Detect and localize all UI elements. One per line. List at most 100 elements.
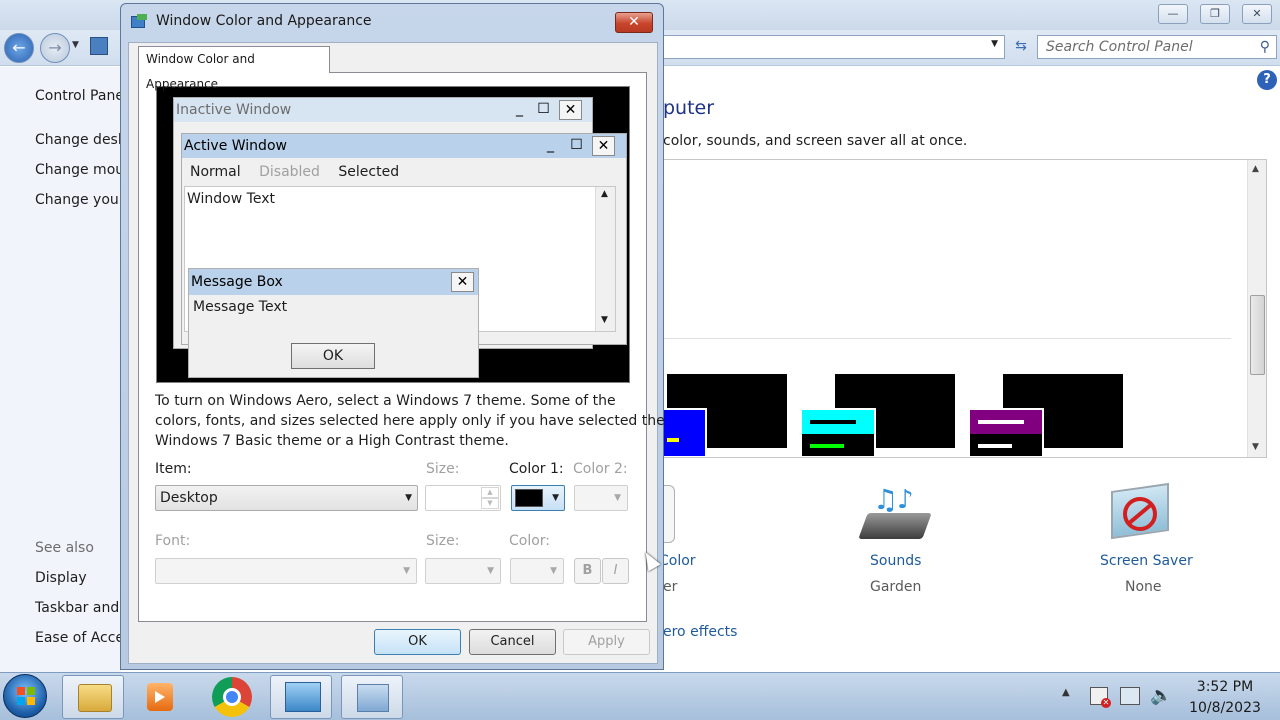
sidebar-link-desktop-icons[interactable]: Change desk (35, 132, 121, 148)
font-color-picker[interactable]: ▼ (510, 558, 564, 584)
preview-scroll-up-icon: ▲ (601, 189, 608, 199)
tab-window-color[interactable]: Window Color and Appearance (138, 46, 330, 91)
scroll-down-icon[interactable]: ▼ (1252, 442, 1259, 452)
sounds-value: Garden (870, 579, 922, 595)
preview-active-maximize-icon: ☐ (570, 137, 583, 153)
font-size-dropdown-icon: ▼ (487, 566, 494, 576)
preview-inactive-title-text: Inactive Window (176, 102, 292, 118)
preview-scrollbar: ▲ ▼ (595, 187, 615, 331)
color1-swatch (515, 489, 543, 507)
search-input[interactable]: Search Control Panel ⚲ (1037, 35, 1277, 59)
chrome-icon (212, 677, 252, 717)
ok-button[interactable]: OK (374, 629, 461, 655)
address-bar[interactable]: ▼ (660, 35, 1005, 59)
color1-picker[interactable]: ▼ (511, 485, 565, 511)
refresh-icon[interactable]: ⇆ (1007, 35, 1035, 59)
maximize-button[interactable]: ❐ (1200, 4, 1230, 24)
sidebar-home-link[interactable]: Control Panel (35, 88, 121, 104)
page-description: color, sounds, and screen saver all at o… (663, 133, 968, 149)
scroll-up-icon[interactable]: ▲ (1252, 164, 1259, 174)
clock-date[interactable]: 10/8/2023 (1186, 700, 1264, 716)
color2-label: Color 2: (573, 461, 628, 477)
bold-button[interactable]: B (574, 558, 601, 584)
preview-message-box-title-text: Message Box (191, 274, 283, 290)
item-dropdown-icon: ▼ (405, 493, 412, 503)
sidebar-link-account-picture[interactable]: Change your (35, 192, 121, 208)
see-also-ease-of-access[interactable]: Ease of Acce (35, 630, 121, 646)
apply-button[interactable]: Apply (563, 629, 650, 655)
preview-menu: Normal Disabled Selected (190, 164, 399, 180)
size-label: Size: (426, 461, 460, 477)
sidebar-link-mouse-pointers[interactable]: Change mou (35, 162, 121, 178)
clock-time[interactable]: 3:52 PM (1186, 679, 1264, 695)
scroll-thumb[interactable] (1250, 295, 1265, 375)
back-icon[interactable]: ← (4, 33, 34, 63)
preview-menu-disabled: Disabled (259, 164, 320, 180)
close-button[interactable]: ✕ (1242, 4, 1272, 24)
search-icon: ⚲ (1259, 39, 1270, 55)
window-color-icon[interactable] (663, 485, 675, 543)
item-select-value: Desktop (160, 490, 218, 506)
taskbar-media-player[interactable] (130, 675, 192, 719)
screen-saver-value: None (1125, 579, 1162, 595)
see-also-taskbar[interactable]: Taskbar and (35, 600, 119, 616)
taskbar-explorer[interactable] (62, 675, 124, 719)
minimize-button[interactable]: — (1158, 4, 1188, 24)
theme-gallery: ▲ ▼ (663, 159, 1267, 458)
preview-message-text: Message Text (193, 299, 288, 315)
network-icon[interactable] (1120, 687, 1140, 705)
font-color-dropdown-icon: ▼ (550, 566, 557, 576)
search-placeholder: Search Control Panel (1046, 39, 1193, 55)
cancel-button[interactable]: Cancel (469, 629, 556, 655)
action-center-icon[interactable]: ✕ (1090, 687, 1111, 708)
preview-active-title-text: Active Window (184, 138, 287, 154)
size-spinner[interactable]: ▲ ▼ (425, 485, 501, 511)
window-color-value: er (663, 579, 678, 595)
italic-button[interactable]: I (602, 558, 629, 584)
dialog-app-icon (131, 14, 149, 30)
color2-picker[interactable]: ▼ (574, 485, 628, 511)
taskbar-chrome[interactable] (201, 675, 263, 719)
font-size-select[interactable]: ▼ (425, 558, 501, 584)
preview-message-box-title: Message Box (189, 269, 478, 295)
appearance-preview: Inactive Window _ ☐ ✕ Active Window _ ☐ … (156, 86, 630, 383)
preview-menu-normal: Normal (190, 164, 241, 180)
preview-inactive-minimize-icon: _ (516, 101, 523, 117)
window-color-dialog: Window Color and Appearance ✕ Window Col… (120, 3, 665, 670)
taskbar-control-panel[interactable] (270, 675, 332, 719)
show-hidden-icons[interactable]: ▲ (1062, 687, 1070, 698)
dialog-title: Window Color and Appearance (156, 13, 372, 29)
window-color-link[interactable]: Color (659, 553, 696, 569)
forward-icon[interactable]: → (40, 33, 70, 63)
color1-label: Color 1: (509, 461, 564, 477)
preview-message-box: Message Box ✕ Message Text OK (188, 268, 479, 378)
recent-pages-icon[interactable]: ▼ (72, 40, 79, 50)
sounds-icon[interactable]: ♫ ♪ (858, 483, 932, 543)
gallery-scrollbar[interactable]: ▲ ▼ (1247, 160, 1266, 457)
font-size-label: Size: (426, 533, 460, 549)
size-up-icon[interactable]: ▲ (481, 487, 499, 498)
font-select[interactable]: ▼ (155, 558, 417, 584)
preview-window-text: Window Text (187, 191, 275, 207)
taskbar-personalization[interactable] (341, 675, 403, 719)
theme-thumb-3-window (968, 408, 1044, 457)
address-dropdown-icon[interactable]: ▼ (991, 39, 998, 49)
preview-inactive-close-icon: ✕ (559, 100, 582, 120)
personalization-app-icon (357, 684, 389, 712)
item-select[interactable]: Desktop ▼ (155, 485, 418, 511)
start-button[interactable] (3, 674, 47, 718)
screen-saver-icon[interactable] (1107, 482, 1179, 545)
dialog-close-button[interactable]: ✕ (615, 12, 653, 33)
screen-saver-link[interactable]: Screen Saver (1100, 553, 1193, 569)
sounds-link[interactable]: Sounds (870, 553, 921, 569)
preview-active-minimize-icon: _ (547, 137, 554, 153)
see-also-display[interactable]: Display (35, 570, 87, 586)
tab-panel: Inactive Window _ ☐ ✕ Active Window _ ☐ … (138, 72, 665, 622)
page-heading: puter (663, 97, 715, 119)
item-label: Item: (155, 461, 192, 477)
gallery-divider (663, 338, 1231, 339)
volume-muted-icon[interactable]: 🔈 (1150, 685, 1172, 706)
size-down-icon[interactable]: ▼ (481, 498, 499, 509)
taskbar: ▲ ✕ 🔈 3:52 PM 10/8/2023 (0, 672, 1280, 720)
aero-effects-link[interactable]: ero effects (663, 624, 737, 640)
